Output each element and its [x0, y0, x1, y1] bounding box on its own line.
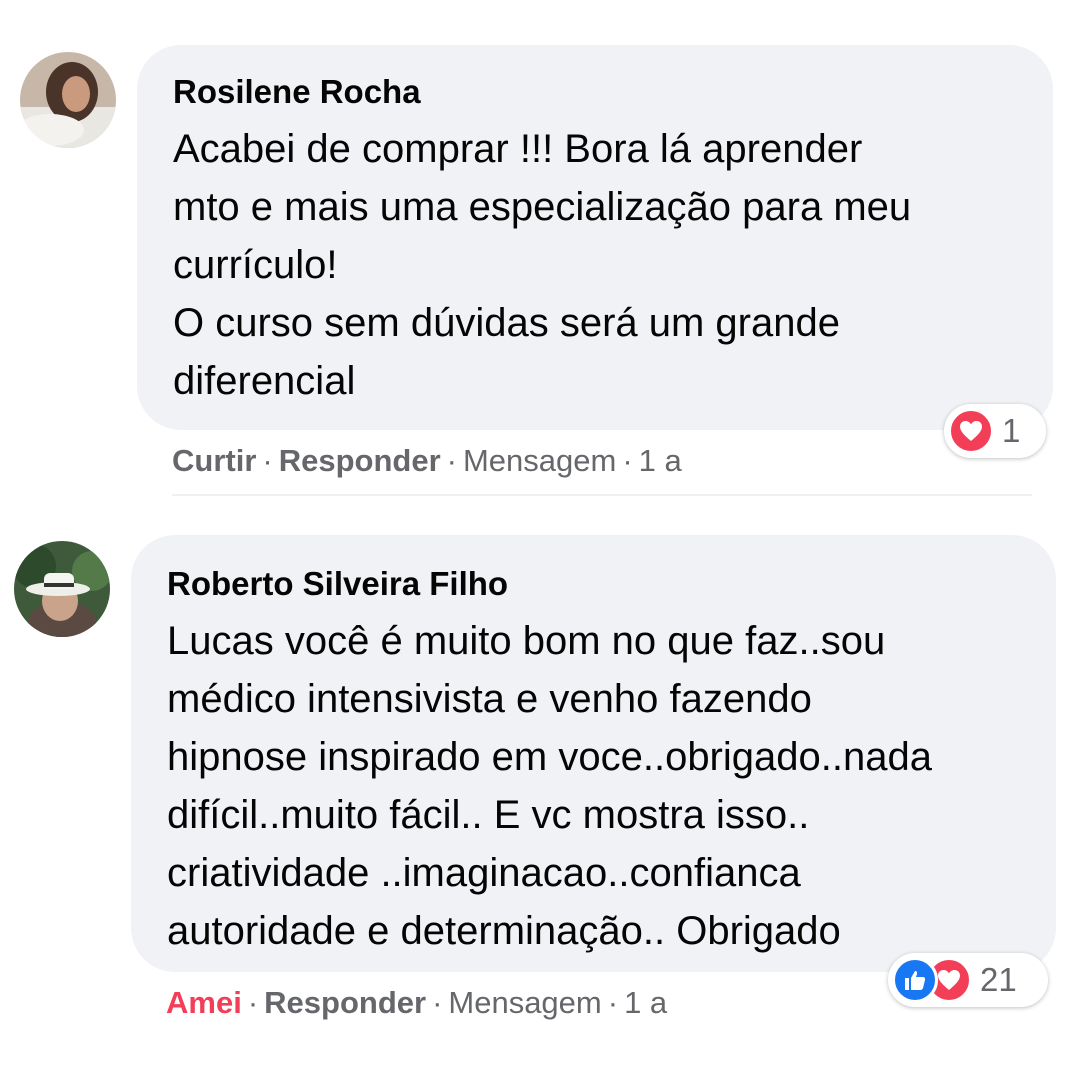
separator: ·	[247, 985, 259, 1020]
separator: ·	[432, 985, 443, 1020]
reaction-summary[interactable]: 1	[944, 404, 1046, 458]
separator: ·	[607, 985, 619, 1020]
reaction-count: 21	[980, 961, 1017, 998]
separator: ·	[622, 443, 633, 478]
timestamp[interactable]: 1 a	[624, 985, 667, 1020]
separator: ·	[446, 443, 457, 478]
like-button[interactable]: Curtir	[172, 443, 256, 478]
comment-bubble: Roberto Silveira Filho Lucas você é muit…	[131, 535, 1056, 972]
comment-bubble: Rosilene Rocha Acabei de comprar !!! Bor…	[137, 45, 1053, 430]
avatar-photo	[20, 52, 116, 148]
timestamp[interactable]: 1 a	[639, 443, 682, 478]
comment-text: Acabei de comprar !!! Bora lá aprender m…	[173, 127, 912, 403]
avatar[interactable]	[20, 52, 116, 148]
comment-actions: Amei · Responder · Mensagem · 1 a	[166, 987, 667, 1018]
divider	[172, 494, 1032, 496]
comment-author[interactable]: Rosilene Rocha	[173, 75, 1053, 108]
message-link[interactable]: Mensagem	[463, 443, 616, 478]
avatar[interactable]	[14, 541, 110, 637]
separator: ·	[262, 443, 273, 478]
avatar-photo	[14, 541, 110, 637]
message-link[interactable]: Mensagem	[448, 985, 601, 1020]
love-reaction-button[interactable]: Amei	[166, 985, 242, 1020]
like-icon	[892, 957, 938, 1003]
comment-author[interactable]: Roberto Silveira Filho	[167, 567, 1056, 600]
reply-button[interactable]: Responder	[264, 985, 426, 1020]
comment-text: Lucas você é muito bom no que faz..sou m…	[167, 619, 932, 953]
reply-button[interactable]: Responder	[279, 443, 441, 478]
reaction-count: 1	[1002, 412, 1021, 449]
reaction-summary[interactable]: 21	[888, 953, 1048, 1007]
love-icon	[948, 408, 994, 454]
comment-actions: Curtir · Responder · Mensagem · 1 a	[172, 445, 682, 476]
